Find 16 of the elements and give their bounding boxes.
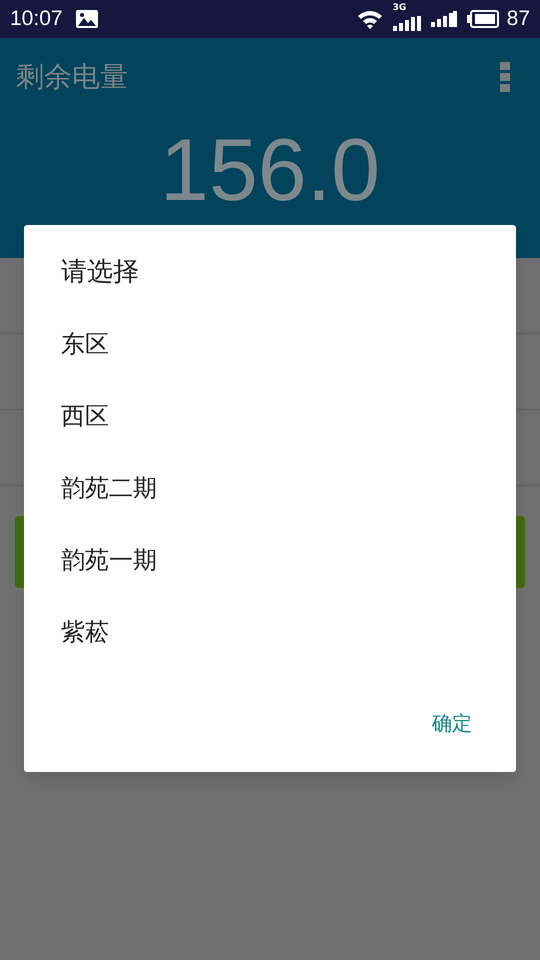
option-item[interactable]: 东区 bbox=[24, 326, 129, 362]
battery-icon bbox=[466, 10, 499, 28]
confirm-button[interactable]: 确定 bbox=[428, 704, 476, 742]
more-options-icon[interactable] bbox=[500, 62, 510, 92]
battery-level: 87 bbox=[506, 6, 530, 32]
option-item[interactable]: 西区 bbox=[24, 398, 129, 434]
app-title: 剩余电量 bbox=[16, 59, 129, 95]
signal-icon bbox=[430, 11, 457, 27]
image-icon bbox=[74, 9, 99, 29]
remaining-power-value: 156.0 bbox=[160, 126, 380, 214]
option-item[interactable]: 韵苑二期 bbox=[24, 470, 177, 506]
option-item[interactable]: 紫菘 bbox=[24, 614, 129, 650]
status-time: 10:07 bbox=[10, 6, 63, 32]
wifi-icon bbox=[356, 9, 383, 29]
option-item[interactable]: 韵苑一期 bbox=[24, 542, 177, 578]
dialog-title: 请选择 bbox=[60, 256, 140, 289]
